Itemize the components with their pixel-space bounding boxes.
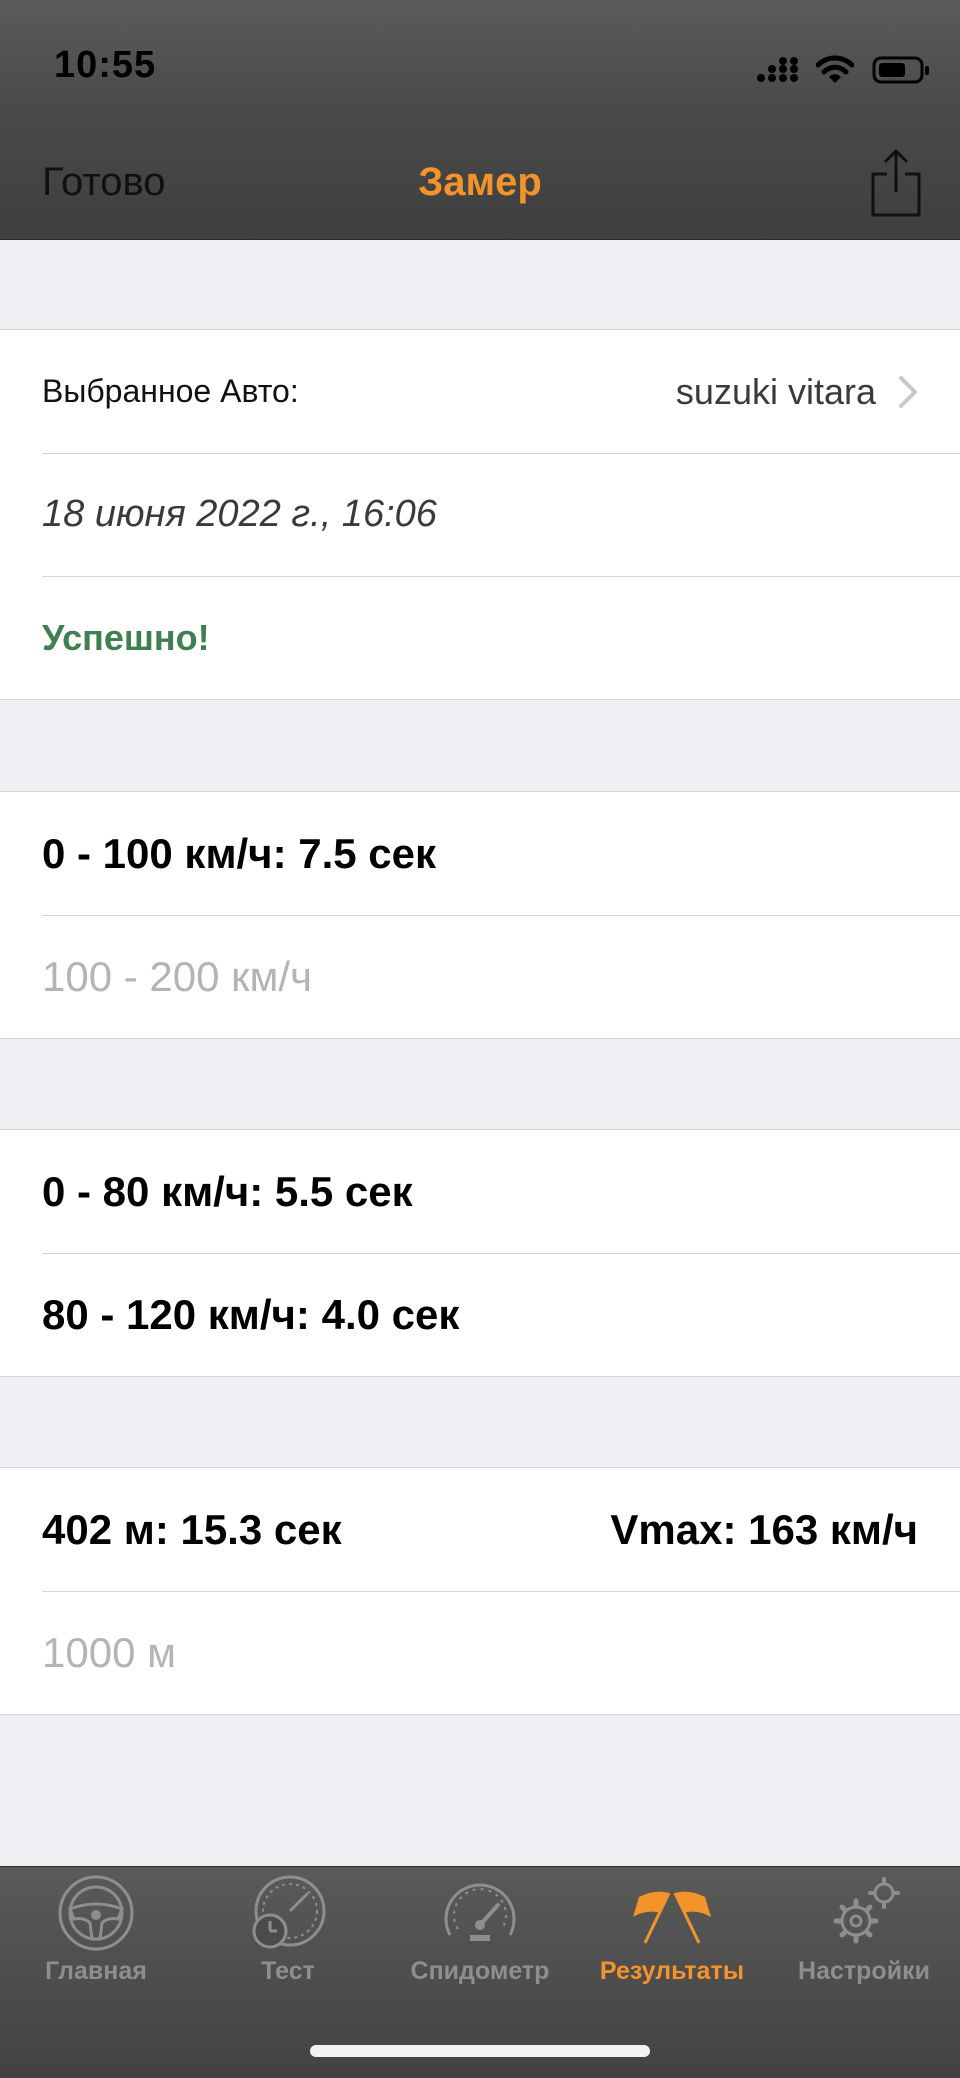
racing-flags-icon — [629, 1873, 715, 1953]
status-icons — [756, 52, 930, 88]
status-time: 10:55 — [54, 44, 157, 86]
measurement-screen: 10:55 Готово Замер Выбранное Авто: suzuk… — [0, 0, 960, 2078]
result-row-1000m: 1000 м — [0, 1591, 960, 1714]
home-indicator[interactable] — [310, 2045, 650, 2057]
selected-car-value: suzuki vitara — [675, 370, 876, 412]
result-100-200: 100 - 200 км/ч — [42, 952, 312, 1000]
tab-home-label: Главная — [45, 1957, 147, 1985]
chevron-right-icon — [898, 375, 918, 409]
result-row-0-80: 0 - 80 км/ч: 5.5 сек — [0, 1130, 960, 1253]
battery-icon — [872, 55, 930, 85]
date-row: 18 июня 2022 г., 16:06 — [0, 453, 960, 576]
tab-test-label: Тест — [261, 1957, 315, 1985]
top-bar: 10:55 Готово Замер — [0, 0, 960, 240]
result-0-100: 0 - 100 км/ч: 7.5 сек — [42, 829, 437, 877]
result-row-80-120: 80 - 120 км/ч: 4.0 сек — [0, 1253, 960, 1376]
selected-car-row[interactable]: Выбранное Авто: suzuki vitara — [0, 330, 960, 453]
share-button[interactable] — [870, 148, 922, 218]
steering-wheel-icon — [56, 1873, 136, 1953]
result-0-80: 0 - 80 км/ч: 5.5 сек — [42, 1167, 413, 1215]
selected-car-label: Выбранное Авто: — [42, 373, 299, 409]
result-402m: 402 м: 15.3 сек — [42, 1505, 342, 1553]
distance-section: 402 м: 15.3 сек Vmax: 163 км/ч 1000 м — [0, 1467, 960, 1715]
info-section: Выбранное Авто: suzuki vitara 18 июня 20… — [0, 329, 960, 700]
share-icon — [870, 148, 922, 221]
acceleration-section: 0 - 100 км/ч: 7.5 сек 100 - 200 км/ч — [0, 791, 960, 1039]
result-1000m: 1000 м — [42, 1628, 176, 1676]
stopwatch-gauge-icon — [248, 1873, 328, 1953]
tab-speedometer-label: Спидометр — [410, 1957, 550, 1985]
tab-settings[interactable]: Настройки — [768, 1873, 960, 2003]
tab-results-label: Результаты — [599, 1957, 745, 1985]
tab-bar: Главная Тест Спидометр Результаты Настро… — [0, 1866, 960, 2078]
result-80-120: 80 - 120 км/ч: 4.0 сек — [42, 1290, 460, 1338]
result-row-100-200: 100 - 200 км/ч — [0, 915, 960, 1038]
tab-home[interactable]: Главная — [0, 1873, 192, 2003]
result-row-402m: 402 м: 15.3 сек Vmax: 163 км/ч — [0, 1468, 960, 1591]
page-title: Замер — [418, 160, 542, 204]
tab-speedometer[interactable]: Спидометр — [384, 1873, 576, 2003]
measurement-date: 18 июня 2022 г., 16:06 — [42, 493, 437, 535]
cellular-signal-icon — [756, 57, 798, 83]
gears-icon — [824, 1873, 904, 1953]
result-row-0-100: 0 - 100 км/ч: 7.5 сек — [0, 792, 960, 915]
tab-results[interactable]: Результаты — [576, 1873, 768, 2003]
speedometer-icon — [440, 1873, 520, 1953]
result-vmax: Vmax: 163 км/ч — [610, 1505, 918, 1553]
tab-settings-label: Настройки — [798, 1957, 930, 1985]
tab-test[interactable]: Тест — [192, 1873, 384, 2003]
status-row: Успешно! — [0, 576, 960, 699]
midrange-section: 0 - 80 км/ч: 5.5 сек 80 - 120 км/ч: 4.0 … — [0, 1129, 960, 1377]
wifi-icon — [816, 55, 854, 85]
status-text: Успешно! — [42, 616, 210, 658]
